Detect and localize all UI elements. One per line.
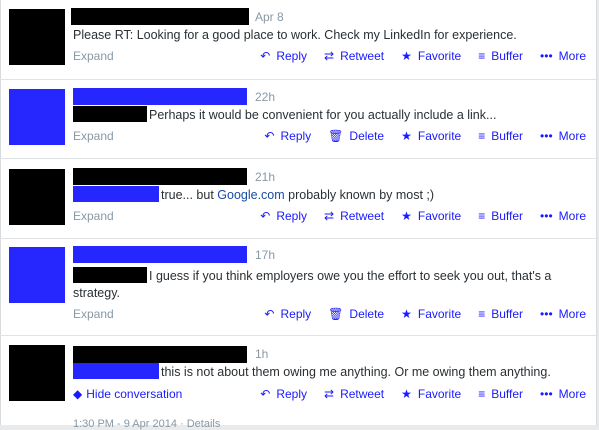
favorite-button[interactable]: ★ Favorite xyxy=(401,307,461,321)
link-google[interactable]: Google.com xyxy=(217,188,284,202)
tweet-actions: ↶ Reply 🗑 Delete ★ Favorite ≡ Buffer ••• More xyxy=(247,307,586,321)
expand-link[interactable]: Expand xyxy=(73,307,114,321)
buffer-icon: ≡ xyxy=(478,307,486,321)
retweet-icon: ⇄ xyxy=(324,209,335,223)
mention-redacted[interactable] xyxy=(73,267,147,283)
retweet-button[interactable]: ⇄ Retweet xyxy=(324,387,384,401)
tweet-1[interactable]: Apr 8 Please RT: Looking for a good plac… xyxy=(0,0,597,79)
tweet-actions: ↶ Reply ⇄ Retweet ★ Favorite ≡ Buffer ••• Mor… xyxy=(243,209,586,223)
buffer-button[interactable]: ≡ Buffer xyxy=(478,49,523,63)
tweet-text: this is not about them owing me anything… xyxy=(73,363,586,381)
tweet-4[interactable]: 17h I guess if you think employers owe y… xyxy=(0,239,597,335)
author-name-redacted[interactable] xyxy=(73,246,247,263)
avatar[interactable] xyxy=(9,89,65,145)
author-name-redacted[interactable] xyxy=(71,8,249,25)
more-icon: ••• xyxy=(540,307,553,321)
author-name-redacted[interactable] xyxy=(73,88,247,105)
tweet-text: true... but Google.com probably known by… xyxy=(73,186,586,204)
reply-button[interactable]: ↶ Reply xyxy=(260,387,307,401)
more-button[interactable]: ••• More xyxy=(540,49,586,63)
tweet-timestamp[interactable]: 17h xyxy=(255,248,275,262)
avatar[interactable] xyxy=(9,247,65,303)
tweet-footer: Expand ↶ Reply 🗑 Delete ★ Favorite ≡ Buffer … xyxy=(73,307,586,323)
delete-button[interactable]: 🗑 Delete xyxy=(328,129,384,143)
star-icon: ★ xyxy=(401,307,412,321)
buffer-button[interactable]: ≡ Buffer xyxy=(478,209,523,223)
reply-icon: ↶ xyxy=(264,129,275,143)
more-icon: ••• xyxy=(540,387,553,401)
tweet-actions: ↶ Reply ⇄ Retweet ★ Favorite ≡ Buffer ••• Mor… xyxy=(243,387,586,401)
tweet-2[interactable]: 22h Perhaps it would be convenient for y… xyxy=(0,80,597,158)
star-icon: ★ xyxy=(401,209,412,223)
favorite-button[interactable]: ★ Favorite xyxy=(401,209,461,223)
tweet-text: Please RT: Looking for a good place to w… xyxy=(73,28,517,42)
reply-button[interactable]: ↶ Reply xyxy=(260,49,307,63)
tweet-timestamp[interactable]: 21h xyxy=(255,170,275,184)
buffer-button[interactable]: ≡ Buffer xyxy=(478,129,523,143)
mention-redacted[interactable] xyxy=(73,186,159,202)
tweet-footer: Expand ↶ Reply ⇄ Retweet ★ Favorite ≡ Buffer… xyxy=(73,209,586,225)
tweet-3[interactable]: 21h true... but Google.com probably know… xyxy=(0,159,597,238)
star-icon: ★ xyxy=(401,129,412,143)
more-icon: ••• xyxy=(540,129,553,143)
expand-link[interactable]: Expand xyxy=(73,209,114,223)
star-icon: ★ xyxy=(401,49,412,63)
expand-link[interactable]: Expand xyxy=(73,129,114,143)
tweet-footer: Expand ↶ Reply ⇄ Retweet ★ Favorite ≡ Buffer… xyxy=(73,49,586,65)
buffer-icon: ≡ xyxy=(478,49,486,63)
buffer-icon: ≡ xyxy=(478,209,486,223)
retweet-button[interactable]: ⇄ Retweet xyxy=(324,49,384,63)
avatar[interactable] xyxy=(9,345,65,401)
favorite-button[interactable]: ★ Favorite xyxy=(401,387,461,401)
reply-icon: ↶ xyxy=(260,209,271,223)
mention-redacted[interactable] xyxy=(73,106,147,122)
tweet-actions: ↶ Reply 🗑 Delete ★ Favorite ≡ Buffer ••• More xyxy=(247,129,586,143)
tweet-footer: Expand ↶ Reply 🗑 Delete ★ Favorite ≡ Buffer … xyxy=(73,129,586,145)
retweet-button[interactable]: ⇄ Retweet xyxy=(324,209,384,223)
retweet-icon: ⇄ xyxy=(324,49,335,63)
reply-button[interactable]: ↶ Reply xyxy=(264,129,311,143)
more-button[interactable]: ••• More xyxy=(540,387,586,401)
tweet-5[interactable]: 1h this is not about them owing me anyth… xyxy=(0,336,597,430)
retweet-icon: ⇄ xyxy=(324,387,335,401)
buffer-button[interactable]: ≡ Buffer xyxy=(478,387,523,401)
tweet-timestamp[interactable]: Apr 8 xyxy=(255,10,284,24)
tweet-footer: ◆ Hide conversation ↶ Reply ⇄ Retweet ★ Favo… xyxy=(73,387,586,403)
tweet-text: Perhaps it would be convenient for you a… xyxy=(73,106,586,124)
reply-button[interactable]: ↶ Reply xyxy=(260,209,307,223)
tweet-text: I guess if you think employers owe you t… xyxy=(73,267,552,300)
delete-button[interactable]: 🗑 Delete xyxy=(328,307,384,321)
mention-redacted[interactable] xyxy=(73,363,159,379)
buffer-icon: ≡ xyxy=(478,387,486,401)
hide-conversation-link[interactable]: ◆ Hide conversation xyxy=(73,387,182,401)
reply-icon: ↶ xyxy=(264,307,275,321)
expand-link[interactable]: Expand xyxy=(73,49,114,63)
buffer-icon: ≡ xyxy=(478,129,486,143)
favorite-button[interactable]: ★ Favorite xyxy=(401,129,461,143)
tweet-detail-timestamp: 1:30 PM - 9 Apr 2014 · Details xyxy=(73,418,221,430)
avatar[interactable] xyxy=(9,9,65,65)
star-icon: ★ xyxy=(401,387,412,401)
tweet-actions: ↶ Reply ⇄ Retweet ★ Favorite ≡ Buffer ••• Mor… xyxy=(243,49,586,63)
trash-icon: 🗑 xyxy=(328,307,344,321)
tweet-timestamp[interactable]: 22h xyxy=(255,90,275,104)
favorite-button[interactable]: ★ Favorite xyxy=(401,49,461,63)
speech-bubble-icon: ◆ xyxy=(73,387,83,401)
buffer-button[interactable]: ≡ Buffer xyxy=(478,307,523,321)
more-button[interactable]: ••• More xyxy=(540,209,586,223)
reply-icon: ↶ xyxy=(260,49,271,63)
reply-button[interactable]: ↶ Reply xyxy=(264,307,311,321)
trash-icon: 🗑 xyxy=(328,129,344,143)
avatar[interactable] xyxy=(9,169,65,225)
author-name-redacted[interactable] xyxy=(73,346,247,363)
more-icon: ••• xyxy=(540,49,553,63)
reply-icon: ↶ xyxy=(260,387,271,401)
tweet-timestamp[interactable]: 1h xyxy=(255,347,268,361)
more-button[interactable]: ••• More xyxy=(540,129,586,143)
author-name-redacted[interactable] xyxy=(73,168,247,185)
more-button[interactable]: ••• More xyxy=(540,307,586,321)
more-icon: ••• xyxy=(540,209,553,223)
